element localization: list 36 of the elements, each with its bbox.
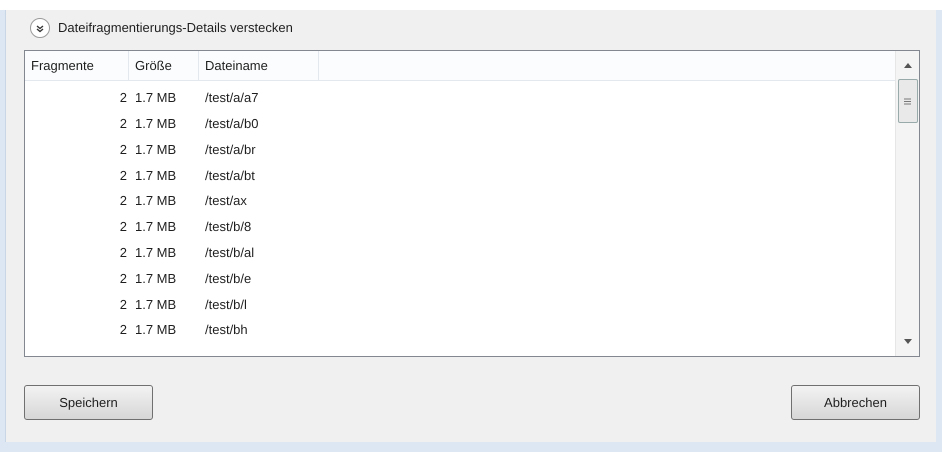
column-header[interactable]: Größe [129, 51, 199, 80]
table-cell-text: /test/ax [204, 192, 247, 210]
table-cell-text: 2 [118, 114, 128, 133]
table-cell-text: 1.7 MB [134, 270, 178, 288]
table-cell-text: /test/b/8 [204, 218, 252, 236]
table-cell-text: /test/a/bt [204, 166, 255, 185]
table-cell-text: 2 [118, 321, 128, 340]
table-cell-text: 2 [118, 296, 128, 314]
table-cell-text: 1.7 MB [134, 89, 178, 108]
table-cell-text: /test/a/a7 [204, 89, 258, 108]
table-cell-text: 1.7 MB [134, 244, 178, 262]
table-cell-text: 2 [118, 140, 128, 159]
cancel-button[interactable]: Abbrechen [791, 385, 920, 420]
table-cell-text: 1.7 MB [134, 296, 178, 314]
save-button[interactable]: Speichern [24, 385, 153, 420]
column-header[interactable]: Fragmente [25, 51, 129, 80]
table-cell-text: 2 [118, 192, 128, 210]
toggle-label: Dateifragmentierungs-Details verstecken [58, 19, 293, 38]
table-cell-text: 1.7 MB [134, 114, 178, 133]
table-cell-text: 1.7 MB [134, 166, 178, 185]
table-cell-text: 2 [118, 166, 128, 185]
table-cell-text: 1.7 MB [134, 321, 178, 340]
table-cell-text: /test/a/b0 [204, 114, 258, 133]
table-cell-text: /test/a/br [204, 140, 256, 159]
table-cell-text: 1.7 MB [134, 192, 178, 210]
table-cell-text: /test/bh [204, 321, 248, 340]
table-cell-text: 2 [118, 244, 128, 262]
column-header[interactable]: Dateiname [199, 51, 319, 80]
table-cell-text: 2 [118, 89, 128, 108]
table-cell-text: 1.7 MB [134, 140, 178, 159]
table-cell-text: 2 [118, 270, 128, 288]
table-cell-text: /test/b/al [204, 244, 254, 262]
table-cell-text: 2 [118, 218, 128, 236]
table-cell-text: 1.7 MB [134, 218, 178, 236]
table-cell-text: /test/b/l [204, 296, 247, 314]
table-cell-text: /test/b/e [204, 270, 252, 288]
